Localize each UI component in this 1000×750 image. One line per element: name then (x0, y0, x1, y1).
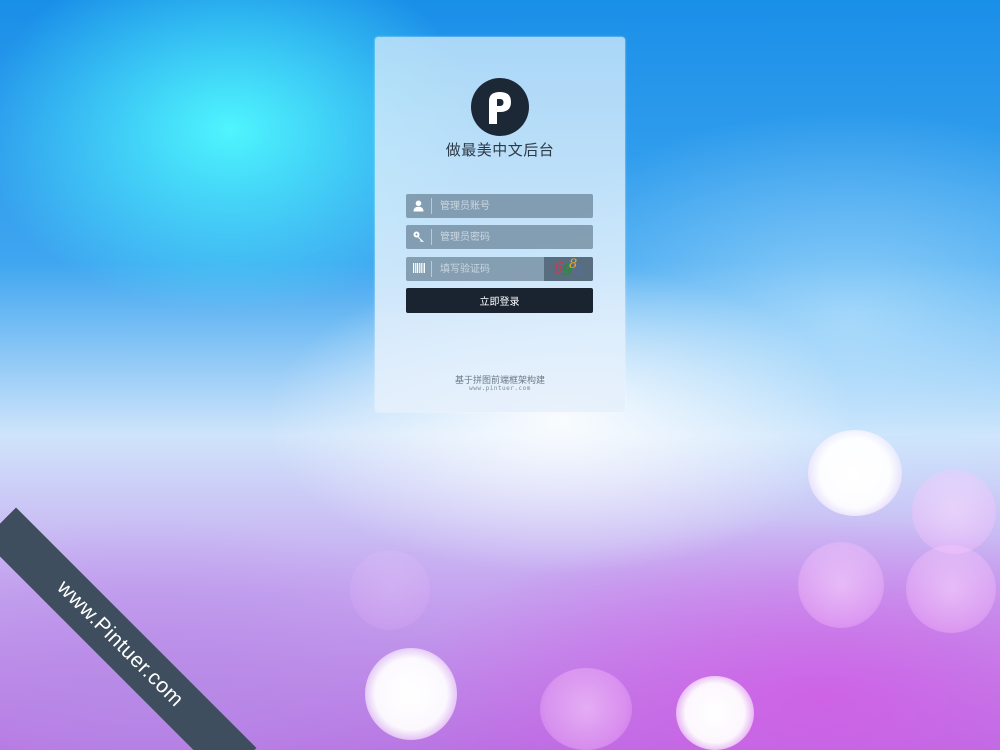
bokeh-light (540, 668, 632, 750)
site-title: 做最美中文后台 (445, 141, 555, 159)
username-field-wrapper (406, 194, 593, 218)
bokeh-light (912, 470, 996, 554)
password-input[interactable] (440, 225, 580, 249)
captcha-input[interactable] (440, 257, 540, 281)
login-page-background: 做最美中文后台 管理员账号 填写验证码 6 9 8 2 立即登录 基于拼图前端框… (0, 0, 1000, 750)
logo-p-icon (489, 92, 511, 124)
key-icon (406, 225, 431, 249)
bokeh-light (798, 542, 884, 628)
pintuer-logo (471, 78, 529, 136)
footer-url[interactable]: www.pintuer.com (375, 385, 625, 392)
bokeh-light (365, 648, 457, 740)
login-panel: 做最美中文后台 管理员账号 填写验证码 6 9 8 2 立即登录 基于拼图前端框… (375, 37, 625, 412)
bokeh-light (906, 545, 996, 633)
field-divider (431, 198, 432, 214)
username-input[interactable] (440, 194, 580, 218)
captcha-field-wrapper: 6 9 8 2 (406, 257, 593, 281)
captcha-char: 2 (575, 263, 584, 278)
corner-ribbon[interactable]: www.Pintuer.com (0, 507, 257, 750)
password-field-wrapper (406, 225, 593, 249)
user-icon (406, 194, 431, 218)
field-divider (431, 229, 432, 245)
field-divider (431, 261, 432, 277)
bokeh-light (350, 550, 430, 630)
barcode-icon (406, 257, 431, 281)
bokeh-light (676, 676, 754, 750)
bokeh-light (808, 430, 902, 516)
login-button[interactable]: 立即登录 (406, 288, 593, 313)
captcha-image[interactable]: 6 9 8 2 (544, 257, 593, 281)
